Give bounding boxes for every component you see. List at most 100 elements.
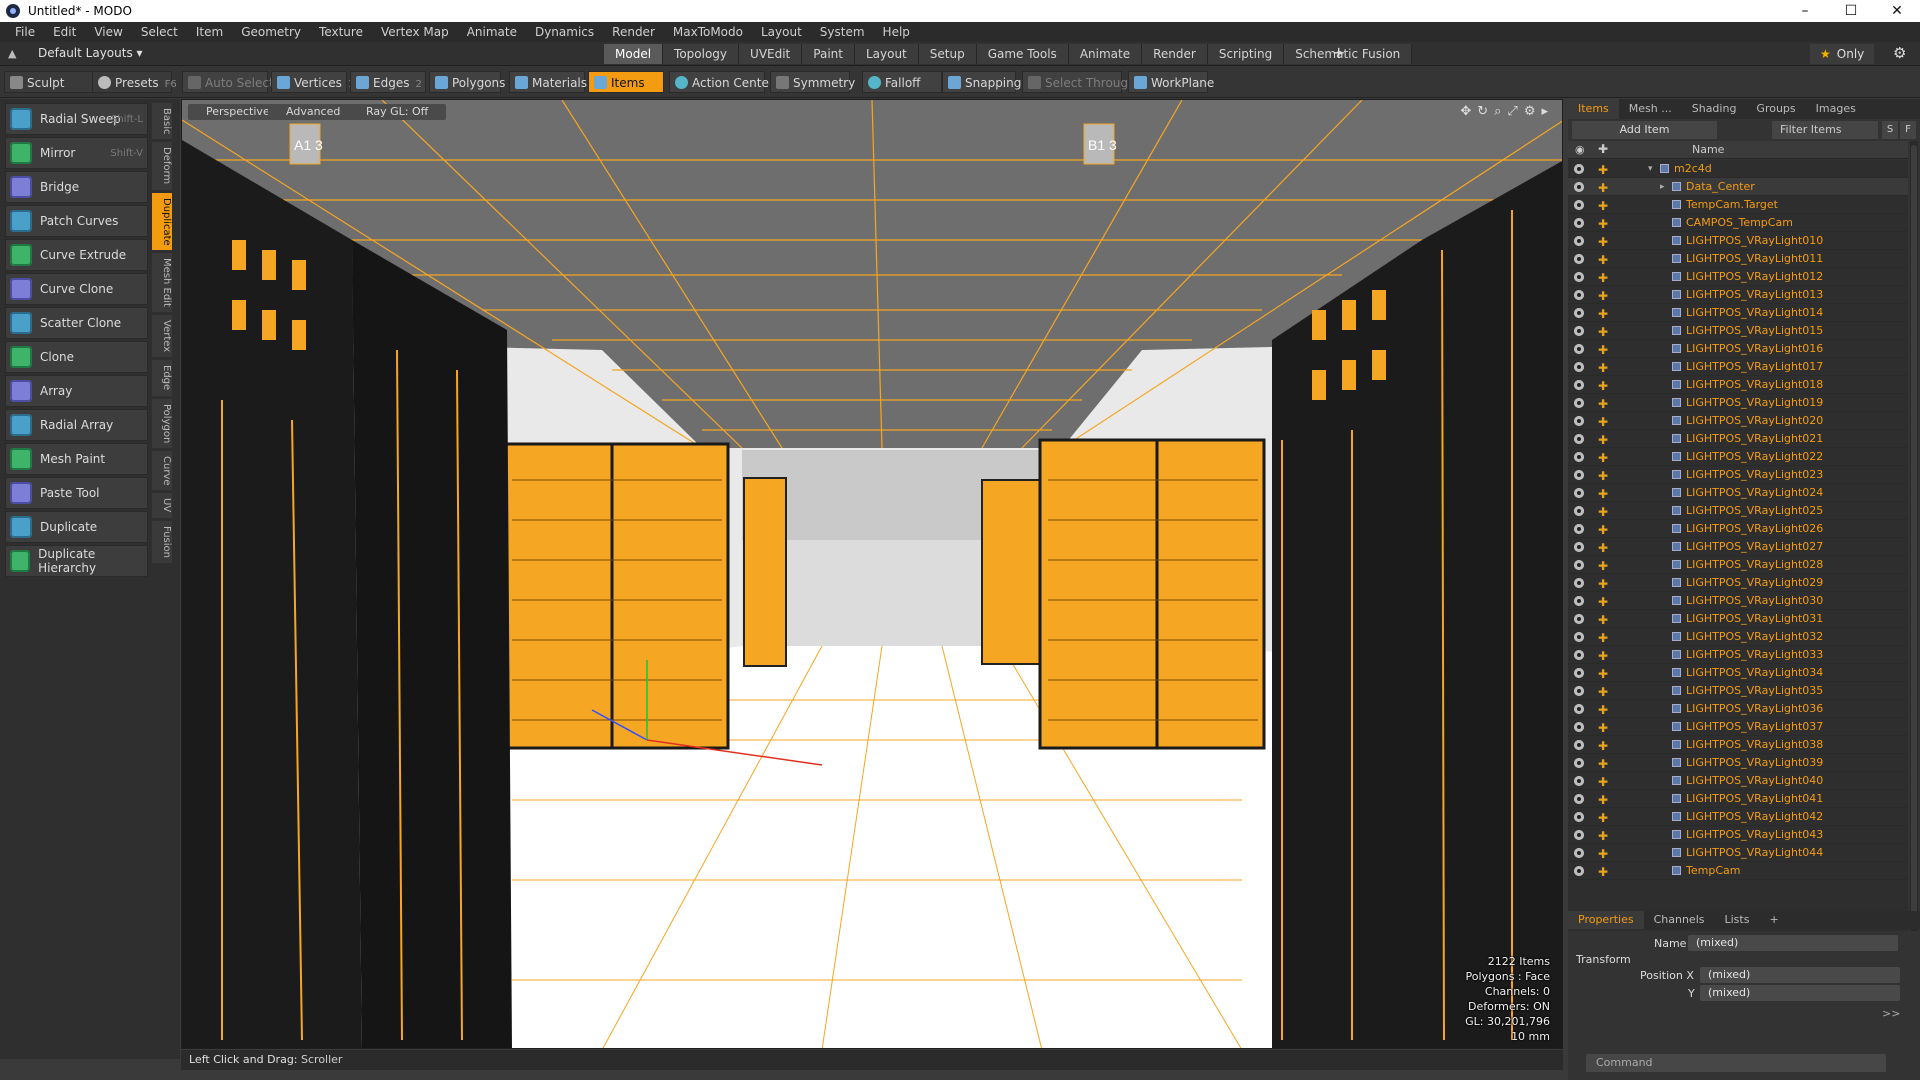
add-layout-tab-button[interactable]: + [1332, 43, 1345, 62]
minimize-button[interactable]: – [1782, 0, 1828, 22]
item-row[interactable]: ✚ LIGHTPOS_VRayLight011 [1568, 250, 1908, 268]
visibility-eye-icon[interactable] [1574, 506, 1584, 516]
menu-render[interactable]: Render [603, 25, 664, 39]
lock-icon[interactable]: ✚ [1598, 377, 1608, 395]
visibility-eye-icon[interactable] [1574, 326, 1584, 336]
layout-selector[interactable]: Default Layouts ▾ [38, 46, 143, 60]
lock-icon[interactable]: ✚ [1598, 179, 1608, 197]
tab-animate[interactable]: Animate [1068, 44, 1143, 64]
visibility-eye-icon[interactable] [1574, 488, 1584, 498]
item-row[interactable]: ✚ LIGHTPOS_VRayLight012 [1568, 268, 1908, 286]
rotate-icon[interactable]: ↻ [1477, 104, 1488, 119]
menu-geometry[interactable]: Geometry [232, 25, 310, 39]
item-row[interactable]: ✚ LIGHTPOS_VRayLight035 [1568, 682, 1908, 700]
visibility-eye-icon[interactable] [1574, 704, 1584, 714]
item-row[interactable]: ✚ LIGHTPOS_VRayLight042 [1568, 808, 1908, 826]
visibility-eye-icon[interactable] [1574, 200, 1584, 210]
visibility-eye-icon[interactable] [1574, 434, 1584, 444]
raygl-tab[interactable]: Ray GL: Off [348, 104, 447, 120]
visibility-eye-icon[interactable] [1574, 524, 1584, 534]
tab-scripting[interactable]: Scripting [1207, 44, 1285, 64]
item-row[interactable]: ✚ LIGHTPOS_VRayLight010 [1568, 232, 1908, 250]
lock-icon[interactable]: ✚ [1598, 485, 1608, 503]
item-row[interactable]: ✚ LIGHTPOS_VRayLight037 [1568, 718, 1908, 736]
lock-icon[interactable]: ✚ [1598, 269, 1608, 287]
tool-radial-sweep[interactable]: Radial Sweep Shift-L [5, 103, 148, 135]
properties-tab-channels[interactable]: Channels [1644, 911, 1715, 929]
viewport-gear-icon[interactable]: ⚙ [1524, 104, 1536, 119]
item-row[interactable]: ✚ LIGHTPOS_VRayLight028 [1568, 556, 1908, 574]
menu-animate[interactable]: Animate [458, 25, 526, 39]
tab-uvedit[interactable]: UVEdit [739, 44, 803, 64]
visibility-eye-icon[interactable] [1574, 542, 1584, 552]
item-row[interactable]: ✚ LIGHTPOS_VRayLight044 [1568, 844, 1908, 862]
lock-icon[interactable]: ✚ [1598, 647, 1608, 665]
visibility-eye-icon[interactable] [1574, 740, 1584, 750]
lock-icon[interactable]: ✚ [1598, 773, 1608, 791]
menu-system[interactable]: System [811, 25, 874, 39]
visibility-eye-icon[interactable] [1574, 812, 1584, 822]
visibility-eye-icon[interactable] [1574, 164, 1584, 174]
menu-texture[interactable]: Texture [310, 25, 372, 39]
lock-icon[interactable]: ✚ [1598, 701, 1608, 719]
lock-icon[interactable]: ✚ [1598, 287, 1608, 305]
lock-icon[interactable]: ✚ [1598, 683, 1608, 701]
lock-icon[interactable]: ✚ [1598, 503, 1608, 521]
command-input[interactable]: Command [1586, 1054, 1886, 1072]
lock-icon[interactable]: ✚ [1598, 431, 1608, 449]
item-row[interactable]: ✚ LIGHTPOS_VRayLight016 [1568, 340, 1908, 358]
transform-section[interactable]: Transform [1576, 953, 1631, 966]
item-row[interactable]: ✚ LIGHTPOS_VRayLight032 [1568, 628, 1908, 646]
vertices-button[interactable]: Vertices1 [271, 71, 354, 93]
filter-items-input[interactable]: Filter Items [1772, 121, 1878, 139]
lock-icon[interactable]: ✚ [1598, 449, 1608, 467]
zoom-icon[interactable]: ⌕ [1494, 104, 1501, 119]
item-row[interactable]: ✚ LIGHTPOS_VRayLight015 [1568, 322, 1908, 340]
position-y-field[interactable]: (mixed) [1700, 985, 1900, 1001]
visibility-eye-icon[interactable] [1574, 578, 1584, 588]
item-row[interactable]: ✚ LIGHTPOS_VRayLight040 [1568, 772, 1908, 790]
tool-radial-array[interactable]: Radial Array [5, 409, 148, 441]
menu-file[interactable]: File [6, 25, 44, 39]
visibility-eye-icon[interactable] [1574, 686, 1584, 696]
close-button[interactable]: ✕ [1874, 0, 1920, 22]
lock-icon[interactable]: ✚ [1598, 755, 1608, 773]
lock-icon[interactable]: ✚ [1598, 791, 1608, 809]
item-row[interactable]: ✚ LIGHTPOS_VRayLight027 [1568, 538, 1908, 556]
items-tab-images[interactable]: Images [1806, 99, 1866, 119]
lock-icon[interactable]: ✚ [1598, 233, 1608, 251]
vtab-fusion[interactable]: Fusion [152, 520, 172, 563]
maximize-button[interactable]: ☐ [1828, 0, 1874, 22]
visibility-eye-icon[interactable] [1574, 794, 1584, 804]
menu-vertex-map[interactable]: Vertex Map [372, 25, 458, 39]
visibility-eye-icon[interactable] [1574, 290, 1584, 300]
visibility-eye-icon[interactable] [1574, 470, 1584, 480]
visibility-eye-icon[interactable] [1574, 272, 1584, 282]
advanced-tab[interactable]: Advanced [268, 104, 359, 120]
visibility-eye-icon[interactable] [1574, 236, 1584, 246]
menu-edit[interactable]: Edit [44, 25, 85, 39]
visibility-eye-icon[interactable] [1574, 452, 1584, 462]
polygons-button[interactable]: Polygons [429, 71, 505, 93]
auto-select-button[interactable]: Auto Select [182, 71, 274, 93]
visibility-eye-icon[interactable] [1574, 560, 1584, 570]
lock-icon[interactable]: ✚ [1598, 737, 1608, 755]
select-through-button[interactable]: Select Through [1022, 71, 1136, 93]
visibility-eye-icon[interactable] [1574, 722, 1584, 732]
menu-select[interactable]: Select [132, 25, 187, 39]
item-row[interactable]: ✚ LIGHTPOS_VRayLight024 [1568, 484, 1908, 502]
sculpt-button[interactable]: Sculpt [4, 71, 94, 93]
item-row[interactable]: ✚ LIGHTPOS_VRayLight020 [1568, 412, 1908, 430]
item-row[interactable]: ✚ LIGHTPOS_VRayLight023 [1568, 466, 1908, 484]
tool-patch-curves[interactable]: Patch Curves [5, 205, 148, 237]
lock-icon[interactable]: ✚ [1598, 629, 1608, 647]
visibility-eye-icon[interactable] [1574, 380, 1584, 390]
item-row[interactable]: ✚ LIGHTPOS_VRayLight018 [1568, 376, 1908, 394]
menu-item[interactable]: Item [187, 25, 232, 39]
symmetry-button[interactable]: Symmetry [770, 71, 855, 93]
name-field[interactable]: (mixed) [1688, 935, 1898, 951]
menu-help[interactable]: Help [874, 25, 919, 39]
only-toggle[interactable]: ★ Only [1810, 44, 1875, 64]
visibility-eye-icon[interactable] [1574, 614, 1584, 624]
visibility-eye-icon[interactable] [1574, 362, 1584, 372]
